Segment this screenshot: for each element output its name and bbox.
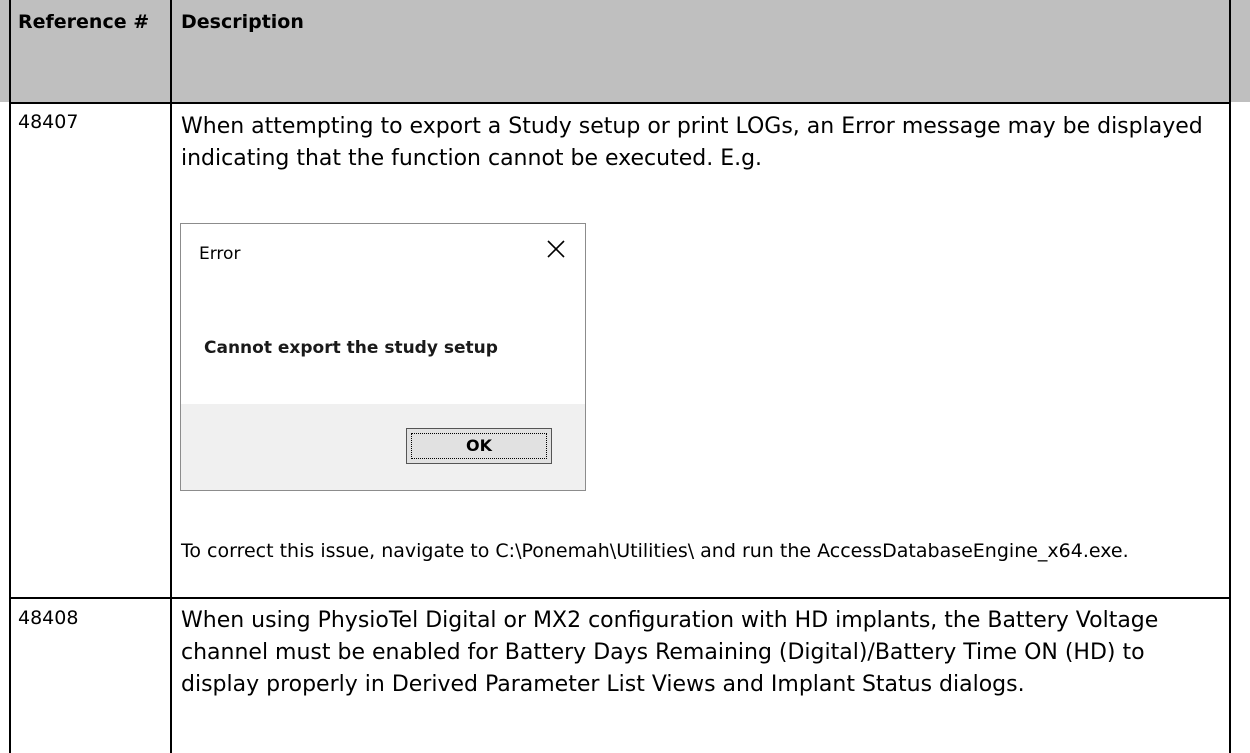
close-icon <box>547 240 565 258</box>
row-reference: 48407 <box>18 111 79 133</box>
release-notes-table: Reference # Description 48407 When attem… <box>0 0 1250 753</box>
row-description: When using PhysioTel Digital or MX2 conf… <box>181 608 1159 697</box>
error-dialog-screenshot: Error Cannot export the study setup OK <box>180 223 586 491</box>
table-border-left <box>9 0 11 753</box>
dialog-title: Error <box>199 244 241 264</box>
column-divider <box>170 0 172 753</box>
table-border-right <box>1229 0 1231 753</box>
dialog-message: Cannot export the study setup <box>204 338 498 358</box>
dialog-footer: OK <box>181 404 585 490</box>
focus-rectangle <box>411 433 547 459</box>
table-header: Reference # Description <box>0 0 1250 102</box>
header-description: Description <box>181 11 304 33</box>
row-description: When attempting to export a Study setup … <box>181 114 1203 171</box>
ok-button: OK <box>406 428 552 464</box>
row-divider <box>9 597 1231 599</box>
header-reference: Reference # <box>18 11 150 33</box>
row-resolution-note: To correct this issue, navigate to C:\Po… <box>181 540 1129 562</box>
row-reference: 48408 <box>18 607 79 629</box>
header-divider <box>9 102 1231 104</box>
